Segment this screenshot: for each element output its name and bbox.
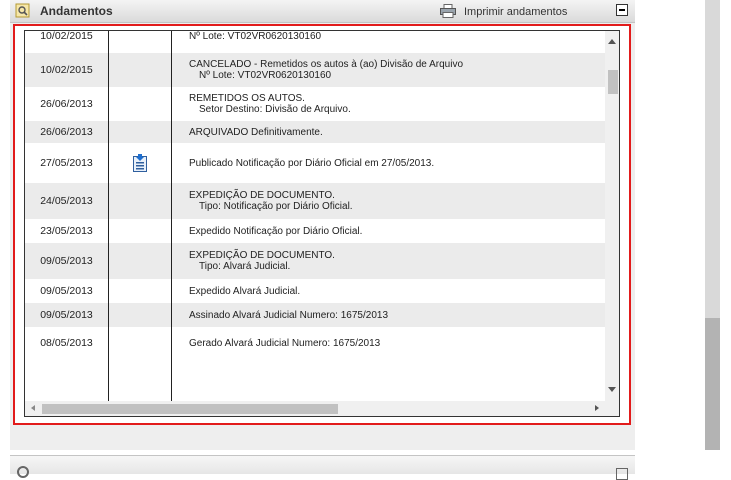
scroll-left-icon[interactable] [31,405,35,411]
row-description: Nº Lote: VT02VR0620130160 [189,30,605,53]
printer-icon [440,4,456,18]
scroll-right-icon[interactable] [595,405,599,411]
table-row: 26/06/2013 ARQUIVADO Definitivamente. [25,121,605,143]
next-panel-header [10,455,635,480]
row-date: 09/05/2013 [40,309,93,321]
table-row: 10/02/2015 Nº Lote: VT02VR0620130160 [25,30,605,53]
table-row: 08/05/2013 Gerado Alvará Judicial Numero:… [25,327,605,359]
panel-title: Andamentos [40,4,113,18]
row-date: 24/05/2013 [40,195,93,207]
description-line: Gerado Alvará Judicial Numero: 1675/2013 [189,337,381,349]
column-divider [108,31,109,416]
row-description: Expedido Alvará Judicial. [189,279,605,303]
row-date: 23/05/2013 [40,225,93,237]
list-horizontal-scrollbar[interactable] [25,401,605,416]
row-document-cell [109,53,171,87]
document-download-icon[interactable] [133,154,147,172]
column-divider [171,31,172,416]
row-description: Assinado Alvará Judicial Numero: 1675/20… [189,303,605,327]
highlight-frame: 10/02/2015 Nº Lote: VT02VR0620130160 10/02… [13,24,631,425]
table-row: 26/06/2013 REMETIDOS OS AUTOS. Setor Desti… [25,87,605,121]
description-line: EXPEDIÇÃO DE DOCUMENTO. [189,250,335,261]
row-date: 26/06/2013 [40,98,93,110]
table-row: 24/05/2013 EXPEDIÇÃO DE DOCUMENTO. Tipo: N… [25,183,605,219]
row-date: 10/02/2015 [40,64,93,76]
description-detail: Tipo: Notificação por Diário Oficial. [199,201,353,212]
description-line: Expedido Alvará Judicial. [189,285,301,297]
row-description: REMETIDOS OS AUTOS. Setor Destino: Divisã… [189,87,605,121]
description-line: CANCELADO - Remetidos os autos à (ao) Di… [189,59,464,70]
minimize-icon [619,9,625,11]
panel-icon [17,466,29,478]
description-line: ARQUIVADO Definitivamente. [189,126,323,138]
table-row: 23/05/2013 Expedido Notificação por Diári… [25,219,605,243]
row-description: ARQUIVADO Definitivamente. [189,121,605,143]
table-row: 09/05/2013 EXPEDIÇÃO DE DOCUMENTO. Tipo: A… [25,243,605,279]
description-line: Assinado Alvará Judicial Numero: 1675/20… [189,309,389,321]
description-line: REMETIDOS OS AUTOS. [189,93,305,104]
row-date: 09/05/2013 [40,255,93,267]
scrollbar-corner [605,401,619,416]
row-document-cell [109,87,171,121]
row-document-cell [109,183,171,219]
description-detail: Tipo: Alvará Judicial. [199,261,291,272]
minimize-button[interactable] [616,4,628,16]
row-description: Expedido Notificação por Diário Oficial. [189,219,605,243]
row-document-cell [109,143,171,183]
row-description: Publicado Notificação por Diário Oficial… [189,143,605,183]
description-line: Nº Lote: VT02VR0620130160 [189,30,322,42]
row-document-cell [109,219,171,243]
description-detail: Nº Lote: VT02VR0620130160 [199,70,332,81]
row-document-cell [109,327,171,359]
andamentos-rows: 10/02/2015 Nº Lote: VT02VR0620130160 10/02… [25,30,605,359]
page-scrollbar[interactable] [705,0,720,450]
magnifier-document-icon [15,3,30,18]
row-description: EXPEDIÇÃO DE DOCUMENTO. Tipo: Alvará Judi… [189,243,605,279]
row-document-cell [109,279,171,303]
panel-header: Andamentos Imprimir andamentos [10,0,635,23]
andamentos-list[interactable]: 10/02/2015 Nº Lote: VT02VR0620130160 10/02… [24,30,620,417]
panel-body: 10/02/2015 Nº Lote: VT02VR0620130160 10/02… [10,23,635,480]
row-date: 09/05/2013 [40,285,93,297]
table-row: 10/02/2015 CANCELADO - Remetidos os autos… [25,53,605,87]
row-description: CANCELADO - Remetidos os autos à (ao) Di… [189,53,605,87]
row-date: 27/05/2013 [40,157,93,169]
page-scrollbar-thumb[interactable] [705,318,720,450]
table-row: 09/05/2013 Assinado Alvará Judicial Numer… [25,303,605,327]
scroll-up-icon[interactable] [608,39,616,44]
row-date: 10/02/2015 [40,30,93,42]
panel-toggle-button[interactable] [616,468,628,480]
row-date: 26/06/2013 [40,126,93,138]
row-document-cell [109,303,171,327]
table-row: 27/05/2013 Publicado Notificação por Diár… [25,143,605,183]
horizontal-scroll-thumb[interactable] [42,404,338,414]
row-description: EXPEDIÇÃO DE DOCUMENTO. Tipo: Notificação… [189,183,605,219]
description-line: Expedido Notificação por Diário Oficial. [189,225,363,237]
andamentos-panel: Andamentos Imprimir andamentos 10/02/201… [10,0,635,480]
description-line: EXPEDIÇÃO DE DOCUMENTO. [189,190,335,201]
table-row: 09/05/2013 Expedido Alvará Judicial. [25,279,605,303]
row-document-cell [109,121,171,143]
row-date: 08/05/2013 [40,337,93,349]
row-document-cell [109,31,171,53]
row-document-cell [109,243,171,279]
list-vertical-scrollbar[interactable] [605,31,619,401]
vertical-scroll-thumb[interactable] [608,70,618,94]
scroll-down-icon[interactable] [608,387,616,392]
print-label: Imprimir andamentos [464,6,568,18]
row-description: Gerado Alvará Judicial Numero: 1675/2013 [189,327,605,359]
description-detail: Setor Destino: Divisão de Arquivo. [199,104,351,115]
description-line: Publicado Notificação por Diário Oficial… [189,157,435,169]
